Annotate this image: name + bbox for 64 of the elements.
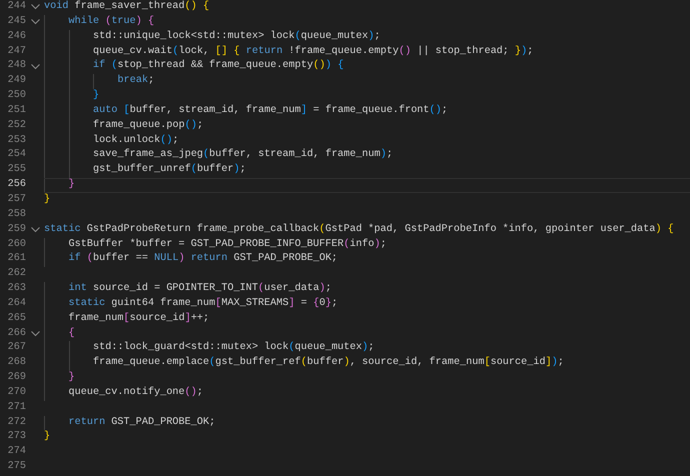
code-line: } (68, 371, 75, 386)
line-number: 261 (6, 252, 26, 266)
code-line: static GstPadProbeReturn frame_probe_callback(GstPad *pad, GstPadProbeInfo *info, gpointer user_data) { (44, 222, 674, 237)
fold-chevron-icon[interactable] (30, 64, 40, 70)
code-line: } (68, 178, 75, 192)
fold-chevron-icon[interactable] (30, 4, 40, 10)
code-line: frame_queue.pop(); (93, 118, 204, 133)
line-number: 272 (6, 416, 26, 430)
line-number: 260 (6, 238, 26, 252)
line-number: 266 (6, 326, 26, 341)
code-line: void frame_saver_thread() { (44, 0, 210, 14)
line-number: 255 (6, 163, 26, 178)
line-number: 268 (6, 356, 26, 370)
code-line: auto [buffer, stream_id, frame_num] = frame_queue.front(); (93, 104, 448, 118)
code-line: break; (118, 74, 154, 88)
line-number: 273 (6, 430, 26, 444)
fold-chevron-icon[interactable] (30, 19, 40, 26)
line-number: 251 (6, 104, 26, 118)
line-number: 244 (6, 0, 26, 14)
line-number: 247 (6, 44, 26, 59)
line-number: 253 (6, 134, 26, 148)
line-number: 263 (6, 282, 26, 296)
code-line: std::unique_lock<std::mutex> lock(queue_mutex); (93, 30, 380, 44)
code-line: } (44, 192, 50, 207)
line-number: 248 (6, 59, 26, 74)
code-line: lock.unlock(); (93, 134, 179, 148)
line-number: 274 (6, 445, 26, 460)
code-line: gst_buffer_unref(buffer); (93, 163, 246, 178)
code-line: frame_num[source_id]++; (68, 312, 210, 326)
line-number: 267 (6, 341, 26, 356)
fold-chevron-icon[interactable] (30, 227, 40, 234)
line-number: 258 (6, 208, 26, 222)
code-line: int source_id = GPOINTER_TO_INT(user_data); (68, 282, 332, 296)
code-line: save_frame_as_jpeg(buffer, stream_id, frame_num); (93, 148, 393, 162)
fold-chevron-icon[interactable] (30, 330, 40, 337)
code-line: if (buffer == NULL) return GST_PAD_PROBE_OK; (68, 252, 338, 266)
line-number: 259 (6, 222, 26, 237)
line-number: 271 (6, 400, 26, 415)
line-number: 256 (6, 178, 26, 192)
line-number: 254 (6, 148, 26, 162)
line-number: 265 (6, 312, 26, 326)
line-number: 264 (6, 296, 26, 311)
line-number: 249 (6, 74, 26, 88)
code-line: GstBuffer *buffer = GST_PAD_PROBE_INFO_BUFFER(info); (68, 238, 386, 252)
line-number: 246 (6, 30, 26, 44)
code-line: return GST_PAD_PROBE_OK; (68, 416, 216, 430)
line-number: 257 (6, 192, 26, 207)
code-line: } (44, 430, 50, 444)
line-number: 250 (6, 89, 26, 104)
code-line: while (true) { (68, 14, 154, 29)
code-line: std::lock_guard<std::mutex> lock(queue_mutex); (93, 341, 374, 356)
code-line: frame_queue.emplace(gst_buffer_ref(buffer), source_id, frame_num[source_id]); (93, 356, 564, 370)
code-line: } (93, 89, 100, 104)
code-line: { (68, 326, 75, 341)
line-number: 270 (6, 386, 26, 400)
code-line: if (stop_thread && frame_queue.empty()) { (93, 59, 344, 74)
line-number: 252 (6, 118, 26, 133)
code-line: queue_cv.wait(lock, [] { return !frame_queue.empty() || stop_thread; }); (93, 44, 534, 59)
code-line: queue_cv.notify_one(); (68, 386, 204, 400)
code-line: static guint64 frame_num[MAX_STREAMS] = {0}; (68, 296, 338, 311)
line-number: 269 (6, 371, 26, 386)
line-number: 262 (6, 267, 26, 282)
line-number: 275 (6, 460, 26, 474)
line-number: 245 (6, 14, 26, 29)
